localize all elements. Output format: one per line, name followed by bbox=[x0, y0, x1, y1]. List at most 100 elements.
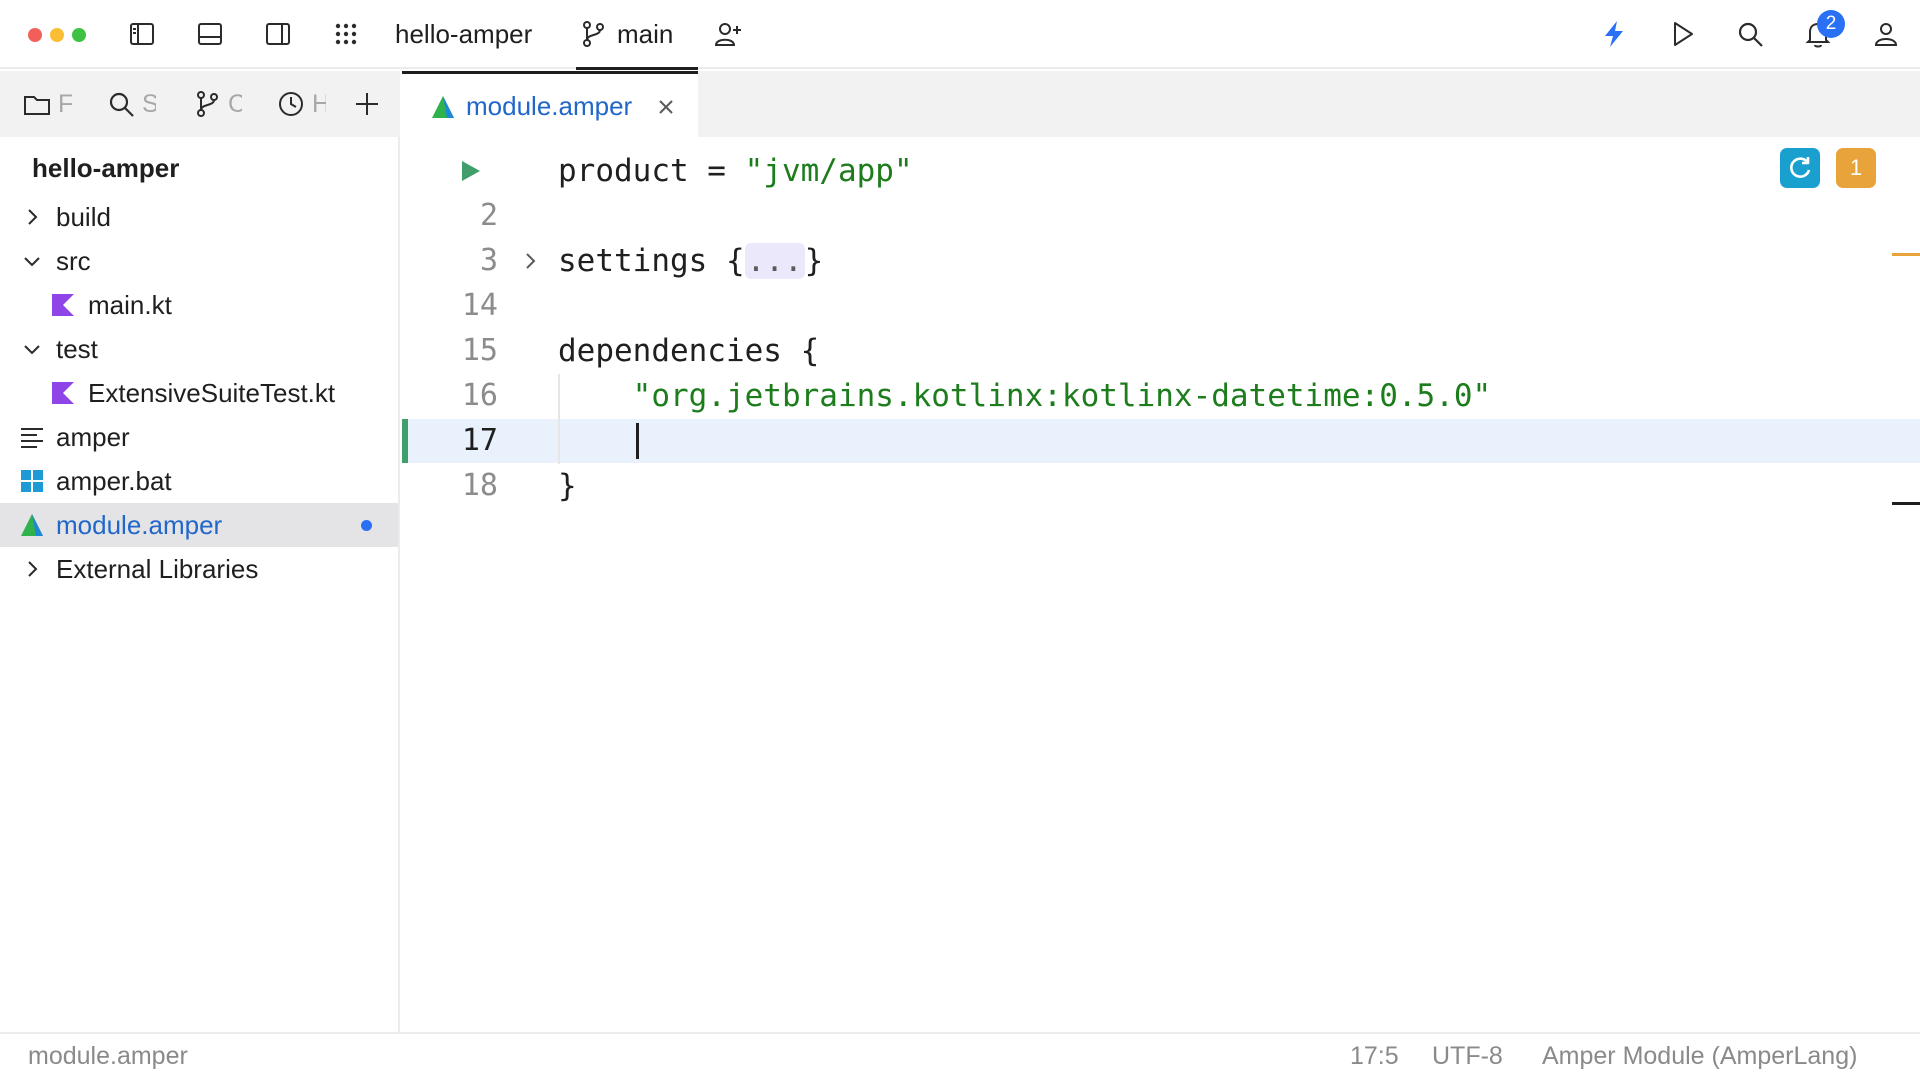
project-widget[interactable]: hello-amper bbox=[395, 18, 532, 50]
tree-item-amper-bat[interactable]: amper.bat bbox=[0, 459, 398, 503]
account-button[interactable] bbox=[1866, 14, 1906, 54]
tree-item-label: External Libraries bbox=[56, 553, 259, 584]
power-save-button[interactable] bbox=[1594, 14, 1634, 54]
amper-file-icon bbox=[21, 514, 43, 536]
line-number: 16 bbox=[461, 378, 498, 413]
vcs-change-marker[interactable] bbox=[402, 419, 408, 463]
toggle-bottom-panel-icon bbox=[198, 23, 222, 45]
toggle-bottom-panel-button[interactable] bbox=[190, 14, 230, 54]
tree-item-src[interactable]: src bbox=[0, 239, 398, 283]
inspection-warning-count[interactable]: 1 bbox=[1836, 148, 1876, 188]
branch-icon bbox=[583, 21, 604, 47]
code-with-me-button[interactable] bbox=[708, 14, 748, 54]
tree-item-module-amper[interactable]: module.amper bbox=[0, 503, 398, 547]
tree-item-label: main.kt bbox=[88, 289, 172, 320]
add-tab-button[interactable] bbox=[352, 84, 382, 124]
tab-commit-label: C bbox=[228, 89, 242, 118]
code-text: settings {...} bbox=[558, 239, 823, 283]
toggle-right-panel-button[interactable] bbox=[258, 14, 298, 54]
code-line[interactable]: 3 settings {...} bbox=[402, 239, 1920, 283]
status-file-type[interactable]: Amper Module (AmperLang) bbox=[1542, 1042, 1857, 1071]
tree-item-label: src bbox=[56, 245, 91, 276]
tab-history-label: H bbox=[312, 89, 326, 118]
window-close-button[interactable] bbox=[28, 28, 42, 42]
tab-commit[interactable]: C bbox=[192, 84, 242, 124]
tree-item-test[interactable]: test bbox=[0, 327, 398, 371]
window-zoom-button[interactable] bbox=[72, 28, 86, 42]
toggle-right-panel-icon bbox=[266, 23, 290, 45]
tree-item-extensive-suite-test[interactable]: ExtensiveSuiteTest.kt bbox=[0, 371, 398, 415]
chevron-down-icon[interactable] bbox=[20, 337, 44, 361]
indent-guide bbox=[558, 374, 560, 464]
notification-badge: 2 bbox=[1817, 10, 1845, 38]
status-breadcrumb[interactable]: module.amper bbox=[28, 1042, 188, 1071]
editor-tab-label: module.amper bbox=[466, 91, 633, 121]
tree-item-label: module.amper bbox=[56, 509, 223, 540]
code-line[interactable]: product = "jvm/app" bbox=[402, 149, 1920, 193]
search-icon bbox=[109, 92, 134, 117]
code-line[interactable]: 14 bbox=[402, 284, 1920, 328]
branch-icon-wrap[interactable] bbox=[573, 14, 613, 54]
line-number: 14 bbox=[461, 288, 498, 323]
tab-search-label: S bbox=[142, 89, 156, 118]
kotlin-file-icon bbox=[52, 382, 74, 404]
editor-tab-module-amper[interactable]: module.amper bbox=[402, 71, 698, 137]
close-icon[interactable] bbox=[656, 97, 676, 117]
chevron-right-icon[interactable] bbox=[20, 557, 44, 581]
run-button[interactable] bbox=[1662, 14, 1702, 54]
code-line[interactable]: 18} bbox=[402, 464, 1920, 508]
code-line[interactable]: 16 "org.jetbrains.kotlinx:kotlinx-dateti… bbox=[402, 374, 1920, 418]
line-number: 2 bbox=[479, 198, 498, 233]
sidebar-tab-strip: F S C H bbox=[0, 71, 400, 137]
status-caret-position[interactable]: 17:5 bbox=[1350, 1042, 1399, 1071]
branch-underline bbox=[576, 67, 698, 70]
code-token: settings { bbox=[558, 243, 745, 279]
tree-item-label: build bbox=[56, 201, 111, 232]
reload-build-button[interactable] bbox=[1780, 148, 1820, 188]
editor-tab-strip: module.amper bbox=[402, 71, 1920, 137]
toggle-project-panel-button[interactable] bbox=[122, 14, 162, 54]
text-caret bbox=[636, 423, 639, 459]
line-number: 17 bbox=[461, 423, 498, 458]
folded-region[interactable]: ... bbox=[744, 243, 805, 279]
tree-item-label: ExtensiveSuiteTest.kt bbox=[88, 377, 336, 408]
account-icon bbox=[1874, 23, 1898, 46]
line-number: 3 bbox=[479, 243, 498, 278]
project-root[interactable]: hello-amper bbox=[32, 153, 179, 184]
string-literal: "jvm/app" bbox=[744, 153, 913, 189]
caret-stripe-mark[interactable] bbox=[1892, 502, 1920, 505]
code-text: } bbox=[558, 464, 577, 508]
run-gutter-icon[interactable] bbox=[458, 159, 482, 183]
editor-area: module.amper product = "jvm/app" 2 3 settin… bbox=[402, 71, 1920, 1032]
main-menu-button[interactable] bbox=[326, 14, 366, 54]
code-token: product = bbox=[558, 153, 745, 189]
window-minimize-button[interactable] bbox=[50, 28, 64, 42]
code-text: product = "jvm/app" bbox=[558, 149, 913, 193]
warning-stripe-mark[interactable] bbox=[1892, 253, 1920, 256]
add-user-icon bbox=[714, 23, 741, 46]
apps-grid-icon bbox=[335, 23, 357, 45]
tree-item-external-libraries[interactable]: External Libraries bbox=[0, 547, 398, 591]
tree-item-build[interactable]: build bbox=[0, 195, 398, 239]
search-icon bbox=[1738, 22, 1763, 47]
line-number: 15 bbox=[461, 333, 498, 368]
tab-project[interactable]: F bbox=[22, 84, 72, 124]
fold-chevron-icon[interactable] bbox=[518, 249, 542, 273]
branch-widget[interactable]: main bbox=[617, 18, 673, 50]
chevron-right-icon[interactable] bbox=[20, 205, 44, 229]
project-tool-window: F S C H hello-amper build src main.kt te… bbox=[0, 71, 400, 1032]
code-text: "org.jetbrains.kotlinx:kotlinx-datetime:… bbox=[558, 374, 1492, 418]
code-editor[interactable]: product = "jvm/app" 2 3 settings {...} 14 15 d… bbox=[402, 137, 1920, 1032]
status-encoding[interactable]: UTF-8 bbox=[1432, 1042, 1503, 1071]
tab-history[interactable]: H bbox=[276, 84, 326, 124]
tree-item-main-kt[interactable]: main.kt bbox=[0, 283, 398, 327]
code-token: } bbox=[558, 468, 577, 504]
tab-search[interactable]: S bbox=[106, 84, 156, 124]
code-line[interactable]: 2 bbox=[402, 194, 1920, 238]
chevron-down-icon[interactable] bbox=[20, 249, 44, 273]
search-everywhere-button[interactable] bbox=[1730, 14, 1770, 54]
code-line[interactable]: 17 bbox=[402, 419, 1920, 463]
code-line[interactable]: 15 dependencies { bbox=[402, 329, 1920, 373]
text-file-icon bbox=[21, 428, 43, 448]
tree-item-amper[interactable]: amper bbox=[0, 415, 398, 459]
